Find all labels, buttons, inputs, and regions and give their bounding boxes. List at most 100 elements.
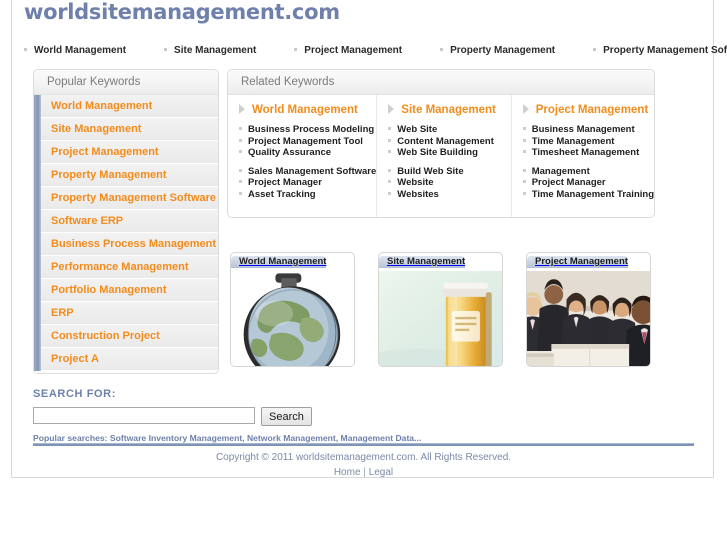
nav-item-property-management[interactable]: Property Management	[440, 45, 555, 56]
thumbnail-gallery: World Management Site Management Project…	[230, 252, 660, 372]
thumbnail-card-world-management[interactable]: World Management	[230, 252, 355, 367]
accent-bar-icon	[34, 279, 41, 302]
popular-keywords-list: World Management Site Management Project…	[34, 95, 218, 371]
sidebar-item-erp[interactable]: ERP	[34, 302, 218, 325]
sidebar-item-portfolio-management[interactable]: Portfolio Management	[34, 279, 218, 302]
thumbnail-caption: Project Management	[527, 256, 628, 268]
sidebar-item-label: Property Management Software	[51, 192, 217, 204]
popular-searches-text[interactable]: Popular searches: Software Inventory Man…	[33, 433, 483, 443]
related-link[interactable]: Sales Management Software	[239, 166, 376, 178]
related-link[interactable]: Websites	[388, 189, 510, 201]
related-link[interactable]: Quality Assurance	[239, 147, 376, 159]
sidebar-item-label: Site Management	[51, 123, 142, 135]
nav-item-property-management-software[interactable]: Property Management Software	[593, 45, 727, 56]
search-section: SEARCH FOR: Search Popular searches: Sof…	[33, 388, 483, 443]
sidebar-item-label: Project A	[51, 353, 99, 365]
search-row: Search	[33, 407, 483, 426]
sidebar-item-label: Construction Project	[51, 330, 160, 342]
footer-divider	[33, 443, 694, 446]
site-title: worldsitemanagement.com	[24, 0, 340, 24]
triangle-right-icon	[522, 104, 529, 114]
related-column-heading-label: World Management	[252, 104, 358, 116]
popular-keywords-panel: Popular Keywords World Management Site M…	[33, 69, 219, 374]
sidebar-item-site-management[interactable]: Site Management	[34, 118, 218, 141]
related-link[interactable]: Project Manager	[523, 177, 654, 189]
sidebar-item-project-management[interactable]: Project Management	[34, 141, 218, 164]
related-link[interactable]: Management	[523, 166, 654, 178]
related-link[interactable]: Project Management Tool	[239, 136, 376, 148]
sidebar-item-label: Property Management	[51, 169, 167, 181]
footer-copyright: Copyright © 2011 worldsitemanagement.com…	[215, 452, 512, 463]
related-column-heading-label: Site Management	[401, 104, 496, 116]
sidebar-item-label: Business Process Management	[51, 238, 217, 250]
thumbnail-card-project-management[interactable]: Project Management	[526, 252, 651, 367]
search-input[interactable]	[33, 407, 255, 424]
accent-bar-icon	[34, 141, 41, 164]
sidebar-item-performance-management[interactable]: Performance Management	[34, 256, 218, 279]
related-keywords-panel: Related Keywords World Management Busine…	[227, 69, 655, 218]
footer-link-home[interactable]: Home	[334, 467, 361, 478]
related-link[interactable]: Timesheet Management	[523, 147, 654, 159]
footer: Copyright © 2011 worldsitemanagement.com…	[12, 450, 715, 480]
related-link[interactable]: Business Process Modeling	[239, 124, 376, 136]
sidebar-item-label: World Management	[51, 100, 153, 112]
accent-bar-icon	[34, 164, 41, 187]
related-column-project-management: Project Management Business Management T…	[512, 95, 654, 217]
related-link[interactable]: Website	[388, 177, 510, 189]
sidebar-item-label: Project Management	[51, 146, 159, 158]
sidebar-item-property-management[interactable]: Property Management	[34, 164, 218, 187]
thumbnail-card-site-management[interactable]: Site Management	[378, 252, 503, 367]
accent-bar-icon	[34, 118, 41, 141]
related-link-group: Business Management Time Management Time…	[523, 124, 654, 159]
related-link[interactable]: Asset Tracking	[239, 189, 376, 201]
sidebar-item-label: ERP	[51, 307, 74, 319]
related-link-group: Management Project Manager Time Manageme…	[523, 166, 654, 201]
related-link[interactable]: Project Manager	[239, 177, 376, 189]
sidebar-item-property-management-software[interactable]: Property Management Software	[34, 187, 218, 210]
footer-link-legal[interactable]: Legal	[369, 467, 393, 478]
accent-bar-icon	[34, 256, 41, 279]
footer-link-separator: |	[363, 467, 366, 478]
sidebar-item-label: Performance Management	[51, 261, 189, 273]
related-column-world-management: World Management Business Process Modeli…	[228, 95, 378, 217]
related-link[interactable]: Content Management	[388, 136, 510, 148]
accent-bar-icon	[34, 348, 41, 371]
accent-bar-icon	[34, 187, 41, 210]
nav-item-world-management[interactable]: World Management	[24, 45, 126, 56]
related-link[interactable]: Web Site	[388, 124, 510, 136]
related-column-heading[interactable]: Project Management	[522, 104, 654, 116]
accent-bar-icon	[34, 210, 41, 233]
sidebar-item-software-erp[interactable]: Software ERP	[34, 210, 218, 233]
related-column-site-management: Site Management Web Site Content Managem…	[377, 95, 512, 217]
related-column-heading[interactable]: Site Management	[388, 104, 510, 116]
accent-bar-icon	[34, 302, 41, 325]
nav-item-project-management[interactable]: Project Management	[294, 45, 402, 56]
accent-bar-icon	[34, 325, 41, 348]
popular-keywords-header: Popular Keywords	[34, 70, 218, 95]
accent-bar-icon	[34, 233, 41, 256]
search-label: SEARCH FOR:	[33, 388, 116, 400]
search-button[interactable]: Search	[261, 407, 312, 426]
top-navigation: World Management Site Management Project M…	[24, 44, 727, 56]
triangle-right-icon	[388, 104, 395, 114]
sidebar-item-label: Portfolio Management	[51, 284, 167, 296]
related-column-heading[interactable]: World Management	[239, 104, 376, 116]
related-link[interactable]: Business Management	[523, 124, 654, 136]
triangle-right-icon	[239, 104, 245, 114]
related-column-heading-label: Project Management	[535, 104, 649, 116]
thumbnail-caption: World Management	[231, 256, 327, 268]
sidebar-item-world-management[interactable]: World Management	[34, 95, 218, 118]
related-link[interactable]: Web Site Building	[388, 147, 510, 159]
sidebar-item-project-a[interactable]: Project A	[34, 348, 218, 371]
related-link-group: Business Process Modeling Project Manage…	[239, 124, 376, 159]
sidebar-item-label: Software ERP	[51, 215, 124, 227]
sidebar-item-construction-project[interactable]: Construction Project	[34, 325, 218, 348]
related-link[interactable]: Time Management	[523, 136, 654, 148]
related-keywords-header: Related Keywords	[228, 70, 654, 95]
sidebar-item-business-process-management[interactable]: Business Process Management	[34, 233, 218, 256]
related-link[interactable]: Time Management Training	[523, 189, 654, 201]
related-link[interactable]: Build Web Site	[388, 166, 510, 178]
thumbnail-caption: Site Management	[379, 256, 466, 268]
accent-bar-icon	[34, 95, 41, 118]
nav-item-site-management[interactable]: Site Management	[164, 45, 256, 56]
